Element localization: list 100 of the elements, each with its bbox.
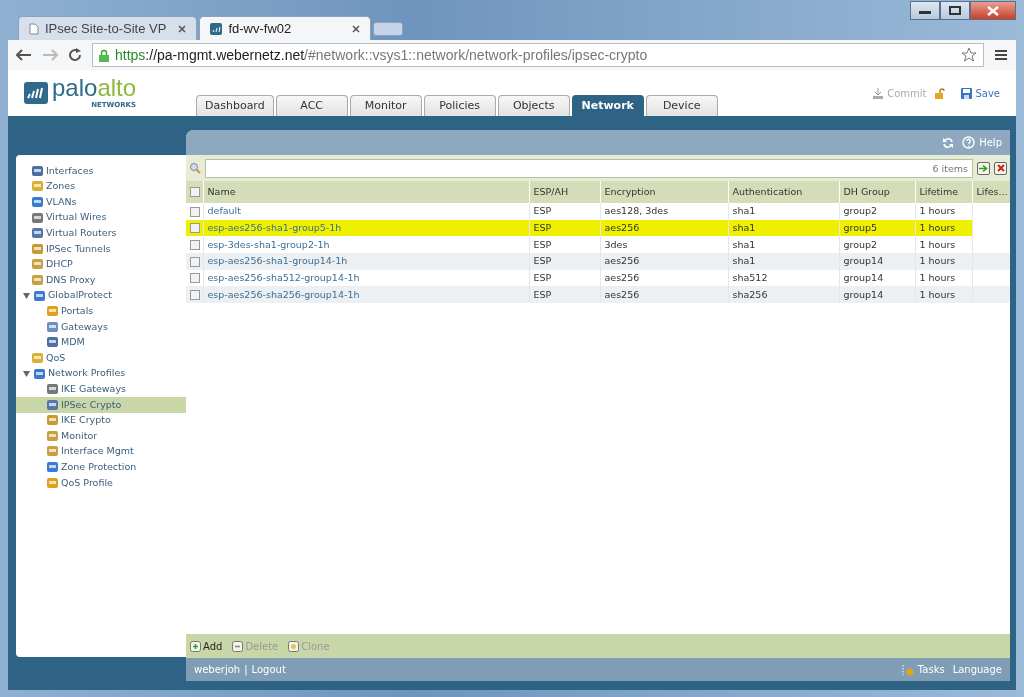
table-row[interactable]: esp-aes256-sha256-group14-1h ESP aes256 sha256 group14 1 hours [186,286,1010,304]
browser-tab[interactable]: IPsec Site-to-Site VP [18,16,198,40]
tree-node-icon [31,180,44,193]
column-header[interactable]: ESP/AH [529,181,600,203]
column-header[interactable]: Authentication [728,181,839,203]
separator: | [244,663,248,677]
table-cell: sha1 [732,221,756,233]
nav-tab[interactable]: Device [645,95,718,116]
save-icon [961,87,973,99]
maximize-button[interactable] [940,1,970,20]
apply-filter-button[interactable] [977,161,990,175]
name-link[interactable]: esp-3des-sha1-group2-1h [207,238,330,250]
refresh-icon[interactable] [942,136,955,149]
row-checkbox[interactable] [190,256,200,267]
column-header[interactable]: Lifetime [915,181,972,203]
tree-item[interactable]: Interface Mgmt [61,444,134,459]
tree-item[interactable]: Portals [61,304,94,319]
tree-item[interactable]: MDM [61,335,85,350]
table-cell: ESP [533,255,552,267]
table-cell: sha512 [732,271,768,283]
tree-item[interactable]: Monitor [61,428,98,443]
commit-icon [872,87,885,99]
tab-close-icon[interactable] [178,24,187,33]
favicon [210,22,223,35]
table-cell: aes256 [604,288,640,300]
minimize-button[interactable] [910,1,940,20]
search-field[interactable]: 6 items [205,158,973,178]
tree-item[interactable]: Virtual Wires [46,210,107,225]
row-checkbox[interactable] [190,240,200,251]
column-header[interactable]: DH Group [839,181,915,203]
nav-tab[interactable]: Dashboard [196,95,274,116]
table-cell: 1 hours [919,271,956,283]
tree-item[interactable]: Zone Protection [61,459,137,475]
nav-tab[interactable]: Monitor [349,95,422,116]
page-icon [29,22,39,35]
tree-item[interactable]: DHCP [46,257,73,272]
table-cell: group5 [843,221,878,233]
address-field[interactable]: https://pa-mgmt.webernetz.net/#network::vsys1::network/network-profiles/ipsec-crypto [92,43,984,67]
select-all-checkbox[interactable] [190,187,200,198]
action-button[interactable]: Add [190,638,223,654]
tree-item[interactable]: IPSec Tunnels [46,241,111,256]
star-icon[interactable] [961,47,977,63]
tree-node-icon [46,336,59,349]
tree-node-icon [31,211,44,224]
table-row[interactable]: esp-aes256-sha1-group14-1h ESP aes256 sha1 group14 1 hours [186,253,1010,270]
column-header[interactable]: Encryption [600,181,728,203]
lock-icon [99,48,109,62]
nav-tab[interactable]: Network [571,95,644,116]
table-row[interactable]: default ESP aes128, 3des sha1 group2 1 hours [186,203,1010,220]
tree-node-icon [33,367,46,380]
tree-item[interactable]: Virtual Routers [46,226,117,241]
table-cell: sha1 [732,205,756,217]
expander-icon[interactable] [22,291,31,300]
name-link[interactable]: default [207,205,241,217]
tree-item[interactable]: GlobalProtect [48,288,112,303]
table-cell: 1 hours [919,205,956,217]
table-cell: aes128, 3des [604,205,669,217]
tree-item[interactable]: QoS [46,350,66,366]
tree-item[interactable]: DNS Proxy [46,272,96,288]
add-icon [190,640,201,652]
tree-item[interactable]: Gateways [61,319,108,334]
nav-tab[interactable]: Policies [423,95,496,116]
highlighted-row[interactable]: esp-aes256-sha1-group5-1h ESP aes256 sha1 group5 1 hours [186,219,1010,237]
menu-icon[interactable] [994,49,1008,61]
nav-tab[interactable]: ACC [275,95,348,116]
table-cell: aes256 [604,271,640,283]
save-link[interactable]: Save [975,85,1000,101]
tree-item[interactable]: QoS Profile [61,475,113,490]
table-cell: 1 hours [919,221,956,233]
tree-item[interactable]: IKE Gateways [61,382,126,397]
tree-node-icon [31,351,44,364]
tree-item[interactable]: IKE Crypto [61,413,111,428]
reload-icon[interactable] [68,48,82,62]
browser-tab[interactable]: fd-wv-fw02 [199,16,372,40]
close-icon [987,5,999,16]
nav-tab[interactable]: Objects [497,95,570,116]
tree-item[interactable]: Zones [46,179,76,194]
name-link[interactable]: esp-aes256-sha512-group14-1h [207,271,360,283]
column-header[interactable]: Name [203,181,529,203]
tree-item[interactable]: Network Profiles [48,366,126,381]
unlock-icon [935,87,946,99]
column-header[interactable]: Lifes... [972,181,1010,203]
row-checkbox[interactable] [190,223,200,234]
back-icon[interactable] [16,49,32,61]
close-button[interactable] [970,1,1016,20]
table-cell: group2 [843,205,878,217]
tree-item[interactable]: VLANs [46,194,77,210]
row-checkbox[interactable] [190,206,200,217]
table-cell: group14 [843,271,884,283]
tree-item[interactable]: Interfaces [46,163,94,178]
new-tab-button[interactable] [373,22,404,36]
row-checkbox[interactable] [190,290,200,301]
tree-node-icon [31,242,44,255]
help-icon[interactable] [962,136,976,149]
tab-close-icon[interactable] [352,24,361,33]
row-checkbox[interactable] [190,273,200,284]
username: weberjoh [194,663,241,677]
expander-icon[interactable] [22,369,31,378]
table-cell: 1 hours [919,288,956,300]
clear-filter-button[interactable] [994,161,1007,175]
